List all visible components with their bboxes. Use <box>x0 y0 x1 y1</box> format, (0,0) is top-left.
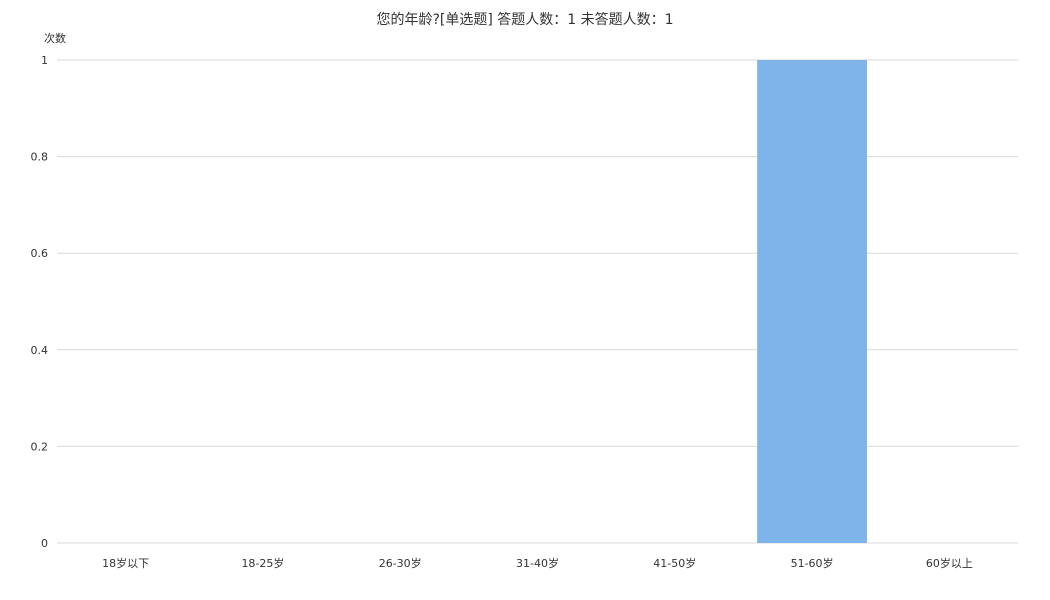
bar <box>757 60 867 543</box>
y-tick-label: 1 <box>41 54 48 67</box>
y-tick-label: 0.6 <box>31 247 49 260</box>
bars <box>757 60 867 543</box>
y-tick-label: 0 <box>41 537 48 550</box>
y-tick-label: 0.4 <box>31 344 49 357</box>
x-tick-labels: 18岁以下 18-25岁 26-30岁 31-40岁 41-50岁 51-60岁 60岁以上 <box>102 556 973 570</box>
chart-page: 您的年龄?[单选题] 答题人数：1 未答题人数：1 次数 0 0.2 0.4 0.6 0… <box>0 0 1050 600</box>
x-tick-label: 41-50岁 <box>653 556 696 570</box>
y-tick-labels: 0 0.2 0.4 0.6 0.8 1 <box>31 54 49 550</box>
x-tick-label: 60岁以上 <box>926 556 973 570</box>
x-tick-label: 51-60岁 <box>791 556 834 570</box>
y-axis-label: 次数 <box>44 31 66 45</box>
x-tick-label: 31-40岁 <box>516 556 559 570</box>
x-tick-label: 18岁以下 <box>102 556 149 570</box>
bar-chart: 次数 0 0.2 0.4 0.6 0.8 1 18岁以下 18-25岁 26-30岁 31-40… <box>31 31 1018 570</box>
gridlines <box>57 59 1018 544</box>
y-tick-label: 0.8 <box>31 151 49 164</box>
x-tick-label: 26-30岁 <box>379 556 422 570</box>
y-tick-label: 0.2 <box>31 440 49 453</box>
x-tick-label: 18-25岁 <box>241 556 284 570</box>
